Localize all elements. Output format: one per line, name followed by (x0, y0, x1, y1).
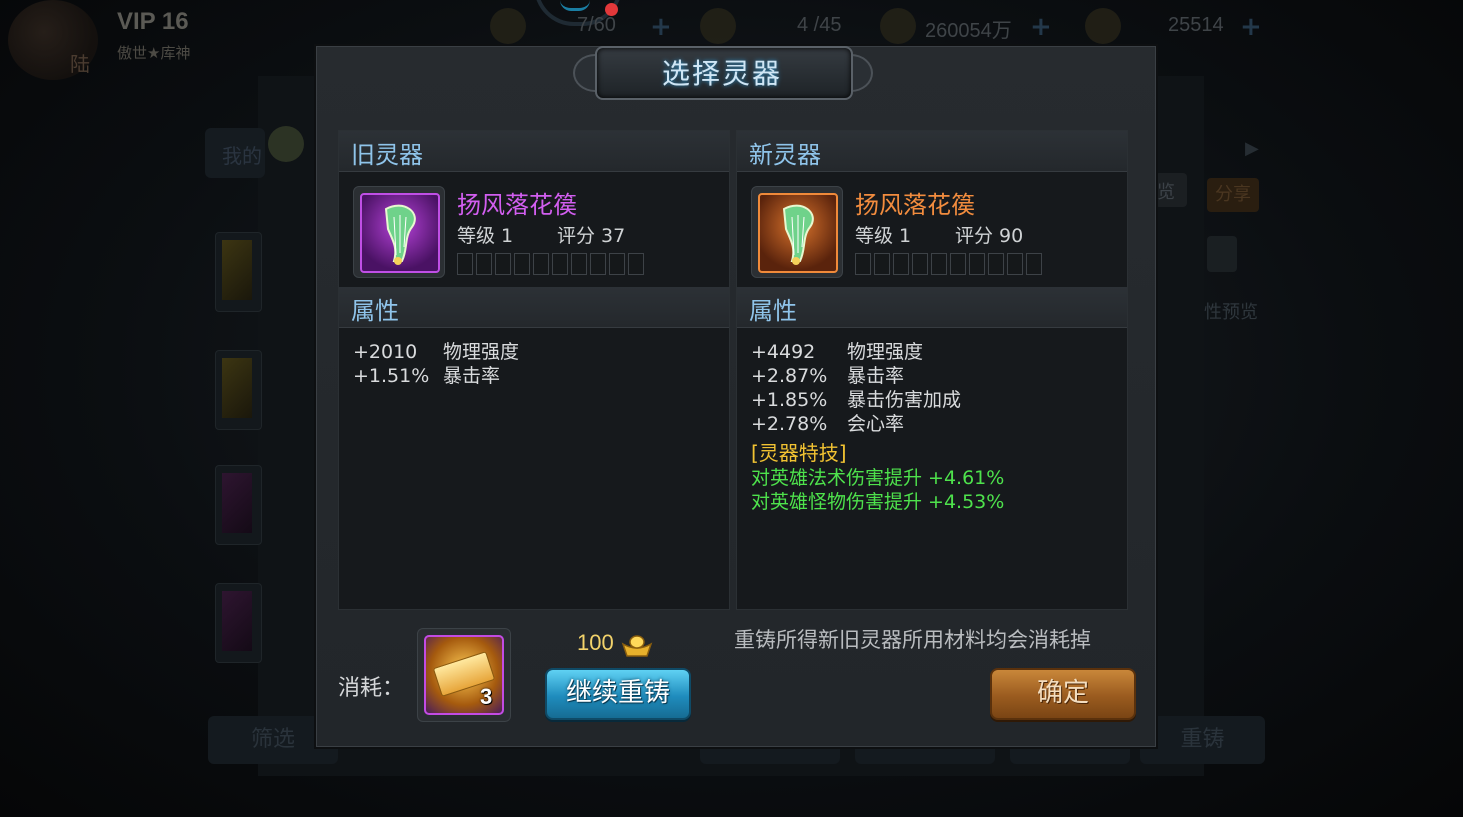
recast-price: 100 (577, 630, 614, 655)
attr-row: +2.78% 会心率 (751, 413, 905, 435)
gem-icon (1085, 8, 1121, 44)
old-artifact-slot[interactable] (353, 186, 445, 278)
avatar-label: 陆 (70, 52, 90, 76)
skill-header: [灵器特技] (751, 441, 847, 465)
attr-row: +1.51% 暴击率 (353, 365, 501, 387)
old-attr-header-label: 属性 (351, 297, 399, 325)
attr-row: +2.87% 暴击率 (751, 365, 905, 387)
stamina-value: 7/60 (577, 14, 616, 36)
old-artifact-name: 扬风落花篌 (457, 191, 577, 219)
dialog-title: 选择灵器 (661, 57, 782, 90)
background-side-label: 览 (1157, 182, 1175, 203)
skill-line: 对英雄怪物伤害提升 +4.53% (751, 491, 1005, 513)
background-coin-icon (268, 126, 304, 162)
confirm-button[interactable]: 确定 (990, 668, 1136, 720)
new-artifact-gem-slots (855, 253, 1045, 275)
old-artifact-header-label: 旧灵器 (351, 141, 423, 169)
add-gem-button[interactable]: + (1240, 12, 1262, 42)
vip-level: VIP 16 (117, 8, 189, 35)
background-tab-label: 我的 (222, 144, 262, 168)
new-artifact-header-label: 新灵器 (749, 141, 821, 169)
background-slot-art (222, 473, 252, 533)
cost-label: 消耗： (338, 676, 405, 701)
old-artifact-gem-slots (457, 253, 647, 275)
background-slot-art (222, 591, 252, 651)
background-recast-button: 重铸 (1140, 716, 1265, 764)
background-lock-icon (1207, 236, 1237, 272)
add-stamina-button[interactable]: + (650, 12, 672, 42)
background-share-button: 分享 (1207, 178, 1259, 212)
counter-value: 4 /45 (797, 14, 842, 36)
new-artifact-name: 扬风落花篌 (855, 191, 975, 219)
gold-value: 260054万 (925, 20, 1012, 42)
background-slot-art (222, 240, 252, 300)
background-arrow-icon: ▶ (1245, 138, 1259, 159)
new-artifact-slot[interactable] (751, 186, 843, 278)
new-artifact-level: 等级 1 (855, 225, 912, 247)
old-artifact-panel: 旧灵器 扬风落花篌 等级 1 评分 37 属性 +2010 物理强度 +1.51%… (338, 130, 730, 610)
new-artifact-panel: 新灵器 扬风落花篌 等级 1 评分 90 属性 +4492 物理强度 +2.87%… (736, 130, 1128, 610)
add-gold-button[interactable]: + (1030, 12, 1052, 42)
material-slot[interactable] (417, 628, 511, 722)
new-attr-header: 属性 (737, 287, 1127, 328)
new-artifact-score: 评分 90 (955, 225, 1024, 247)
background-slot-art (222, 358, 252, 418)
gold-ingot-icon (621, 634, 653, 658)
skill-line: 对英雄法术伤害提升 +4.61% (751, 467, 1005, 489)
new-attr-header-label: 属性 (749, 297, 797, 325)
continue-recast-button[interactable]: 继续重铸 (545, 668, 691, 720)
harp-icon (360, 193, 440, 273)
attr-row: +2010 物理强度 (353, 341, 520, 363)
old-artifact-level: 等级 1 (457, 225, 514, 247)
attr-row: +4492 物理强度 (751, 341, 924, 363)
player-name: 傲世★库神 (117, 44, 191, 62)
background-preview-label: 性预览 (1204, 302, 1258, 323)
old-artifact-header: 旧灵器 (339, 131, 729, 172)
energy-icon (700, 8, 736, 44)
old-artifact-score: 评分 37 (557, 225, 626, 247)
gold-icon (880, 8, 916, 44)
new-artifact-header: 新灵器 (737, 131, 1127, 172)
attr-row: +1.85% 暴击伤害加成 (751, 389, 962, 411)
stamina-icon (490, 8, 526, 44)
recast-note: 重铸所得新旧灵器所用材料均会消耗掉 (734, 628, 1091, 652)
material-count: 3 (480, 684, 493, 709)
harp-icon (758, 193, 838, 273)
gem-value: 25514 (1168, 14, 1224, 36)
old-attr-header: 属性 (339, 287, 729, 328)
